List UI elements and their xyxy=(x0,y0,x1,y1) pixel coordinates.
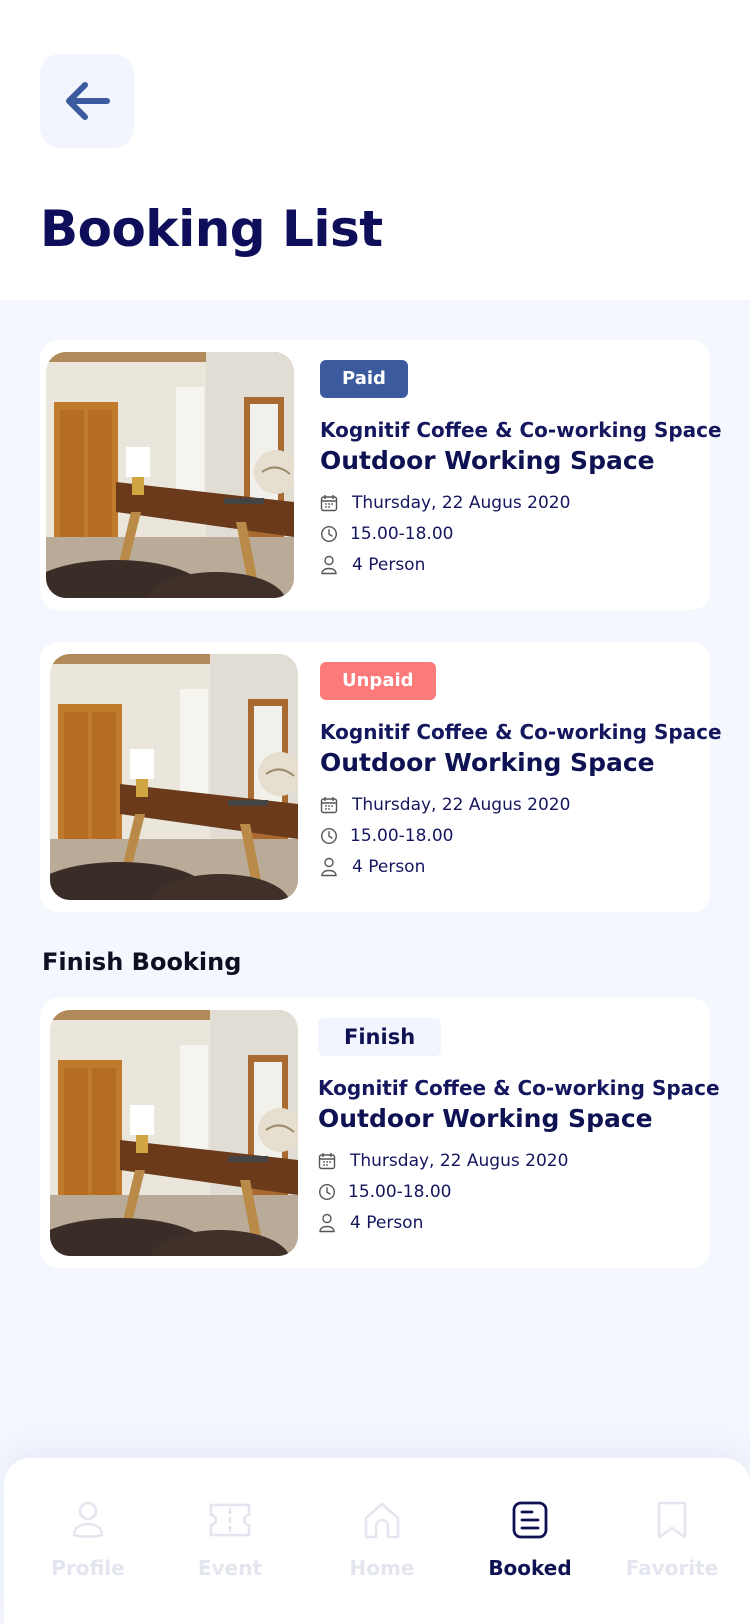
booking-card[interactable]: Unpaid Kognitif Coffee & Co-working Spac… xyxy=(40,642,722,912)
person-icon xyxy=(319,1213,335,1232)
date-row: Thursday, 22 Augus 2020 xyxy=(320,487,694,518)
booking-card[interactable]: Paid Kognitif Coffee & Co-working Space … xyxy=(40,340,722,610)
user-icon xyxy=(72,1501,104,1538)
booking-date: Thursday, 22 Augus 2020 xyxy=(352,492,571,513)
space-name: Outdoor Working Space xyxy=(320,446,655,475)
header: Booking List xyxy=(0,0,750,300)
booking-info: Finish Kognitif Coffee & Co-working Spac… xyxy=(318,1018,720,1238)
person-row: 4 Person xyxy=(320,851,694,882)
space-name: Outdoor Working Space xyxy=(320,748,655,777)
status-badge: Finish xyxy=(318,1018,442,1056)
calendar-icon xyxy=(320,796,338,813)
booking-info: Unpaid Kognitif Coffee & Co-working Spac… xyxy=(320,662,722,882)
calendar-icon xyxy=(320,494,338,511)
booking-card[interactable]: Finish Kognitif Coffee & Co-working Spac… xyxy=(40,998,720,1268)
calendar-icon xyxy=(318,1152,336,1169)
status-badge: Unpaid xyxy=(320,662,436,700)
nav-item-favorite[interactable]: Favorite xyxy=(602,1498,742,1580)
home-icon xyxy=(364,1502,400,1539)
venue-photo xyxy=(50,654,298,900)
date-row: Thursday, 22 Augus 2020 xyxy=(320,789,694,820)
venue-name: Kognitif Coffee & Co-working Space xyxy=(320,720,722,744)
booking-date: Thursday, 22 Augus 2020 xyxy=(350,1150,569,1171)
time-row: 15.00-18.00 xyxy=(318,1176,694,1207)
booking-date: Thursday, 22 Augus 2020 xyxy=(352,794,571,815)
booking-time: 15.00-18.00 xyxy=(348,1181,452,1202)
status-badge: Paid xyxy=(320,360,408,398)
finish-booking-heading: Finish Booking xyxy=(42,948,242,976)
person-icon xyxy=(321,555,337,574)
nav-label: Favorite xyxy=(625,1556,719,1580)
nav-item-home[interactable]: Home xyxy=(312,1498,452,1580)
venue-name: Kognitif Coffee & Co-working Space xyxy=(320,418,722,442)
person-icon xyxy=(321,857,337,876)
clock-icon xyxy=(320,525,338,542)
space-name: Outdoor Working Space xyxy=(318,1104,653,1133)
booking-info: Paid Kognitif Coffee & Co-working Space … xyxy=(320,360,722,580)
nav-label: Event xyxy=(197,1556,263,1580)
person-row: 4 Person xyxy=(320,549,694,580)
nav-label: Booked xyxy=(488,1556,572,1580)
venue-photo xyxy=(50,1010,298,1256)
nav-label: Home xyxy=(349,1556,415,1580)
clock-icon xyxy=(320,827,338,844)
venue-photo xyxy=(46,352,294,598)
booking-time: 15.00-18.00 xyxy=(350,523,454,544)
bottom-nav: Profile Event Home Booked Favorite xyxy=(4,1458,750,1624)
clock-icon xyxy=(318,1183,336,1200)
bookmark-icon xyxy=(657,1501,687,1539)
nav-item-profile[interactable]: Profile xyxy=(18,1498,158,1580)
ticket-icon xyxy=(209,1503,251,1537)
booking-persons: 4 Person xyxy=(352,554,426,575)
venue-name: Kognitif Coffee & Co-working Space xyxy=(318,1076,720,1100)
list-icon xyxy=(512,1501,548,1539)
time-row: 15.00-18.00 xyxy=(320,820,694,851)
arrow-left-icon xyxy=(66,82,110,120)
back-button[interactable] xyxy=(40,54,134,148)
nav-item-event[interactable]: Event xyxy=(160,1498,300,1580)
booking-persons: 4 Person xyxy=(352,856,426,877)
nav-item-booked[interactable]: Booked xyxy=(460,1498,600,1580)
person-row: 4 Person xyxy=(318,1207,694,1238)
time-row: 15.00-18.00 xyxy=(320,518,694,549)
nav-label: Profile xyxy=(51,1556,125,1580)
booking-persons: 4 Person xyxy=(350,1212,424,1233)
booking-time: 15.00-18.00 xyxy=(350,825,454,846)
page-title: Booking List xyxy=(40,200,383,258)
date-row: Thursday, 22 Augus 2020 xyxy=(318,1145,694,1176)
